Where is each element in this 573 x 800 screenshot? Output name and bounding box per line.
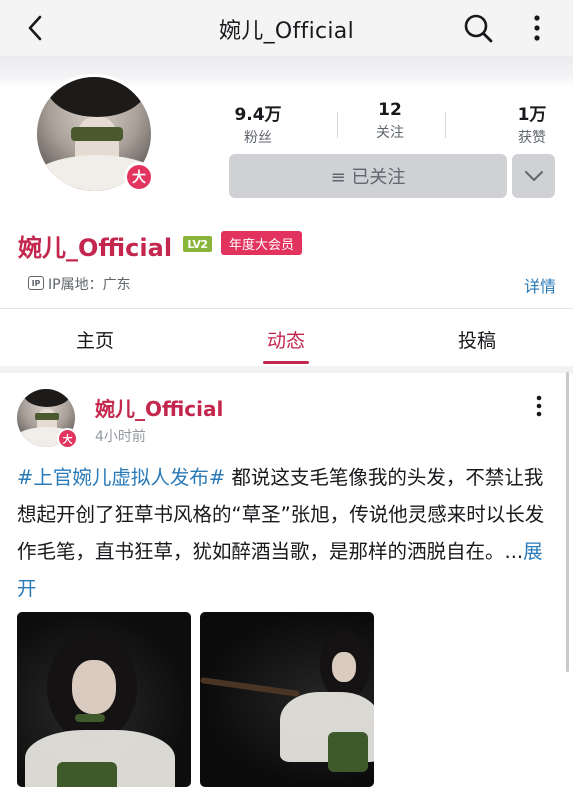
avatar-choker [71, 127, 123, 141]
stat-label: 关注 [376, 125, 404, 141]
post-author-name[interactable]: 婉儿_Official [95, 393, 223, 422]
more-options-button[interactable] [522, 10, 552, 46]
vertical-dots-icon [536, 395, 542, 417]
post-body: #上官婉儿虚拟人发布# 都说这支毛笔像我的头发，不禁让我想起开创了狂草书风格的“… [17, 459, 557, 607]
details-link[interactable]: 详情 [524, 273, 556, 297]
stat-label: 粉丝 [244, 130, 272, 146]
post-image[interactable] [17, 612, 191, 787]
avatar-badge: 大 [124, 162, 154, 192]
tab-submissions[interactable]: 投稿 [427, 326, 527, 353]
stat-likes[interactable]: 1万 获赞 [492, 100, 572, 147]
tab-home[interactable]: 主页 [45, 326, 145, 353]
ip-location-text: IP属地：广东 [48, 277, 131, 293]
tabs-divider [0, 308, 573, 309]
figure-brush [200, 677, 300, 697]
figure-dress [328, 732, 368, 772]
post-more-button[interactable] [527, 392, 551, 420]
stat-divider [445, 112, 446, 138]
followed-button[interactable]: ≡ 已关注 [229, 154, 507, 198]
figure-face [72, 660, 116, 714]
active-tab-indicator [263, 361, 309, 364]
vip-badge[interactable]: 年度大会员 [221, 231, 303, 255]
stat-following[interactable]: 12 关注 [350, 100, 430, 142]
profile-username: 婉儿_Official [18, 234, 173, 262]
chevron-down-icon [524, 171, 543, 181]
post-hashtag[interactable]: #上官婉儿虚拟人发布# [17, 466, 225, 489]
post-avatar-badge: 大 [57, 428, 78, 449]
followed-label: ≡ 已关注 [330, 167, 406, 188]
figure-choker [75, 714, 105, 722]
avatar-choker [35, 413, 59, 420]
search-icon [464, 14, 493, 43]
figure-face [332, 652, 356, 682]
stat-divider [337, 112, 338, 138]
vertical-dots-icon [534, 15, 540, 41]
avatar-hair [23, 389, 71, 407]
level-badge: LV2 [183, 236, 212, 252]
scrollbar[interactable] [566, 372, 569, 672]
stat-value: 12 [378, 100, 402, 120]
tab-dynamics[interactable]: 动态 [236, 326, 336, 353]
stat-followers[interactable]: 9.4万 粉丝 [218, 100, 298, 147]
post-image[interactable] [200, 612, 374, 787]
stat-value: 1万 [517, 105, 547, 125]
follow-dropdown-button[interactable] [512, 154, 555, 198]
section-gap [0, 366, 573, 373]
figure-dress [57, 762, 117, 787]
post-timestamp: 4小时前 [95, 429, 146, 445]
stat-value: 9.4万 [234, 105, 282, 125]
search-button[interactable] [460, 10, 496, 46]
avatar-hair [47, 77, 147, 117]
stat-label: 获赞 [518, 130, 546, 146]
ip-location-icon: IP [28, 276, 44, 290]
